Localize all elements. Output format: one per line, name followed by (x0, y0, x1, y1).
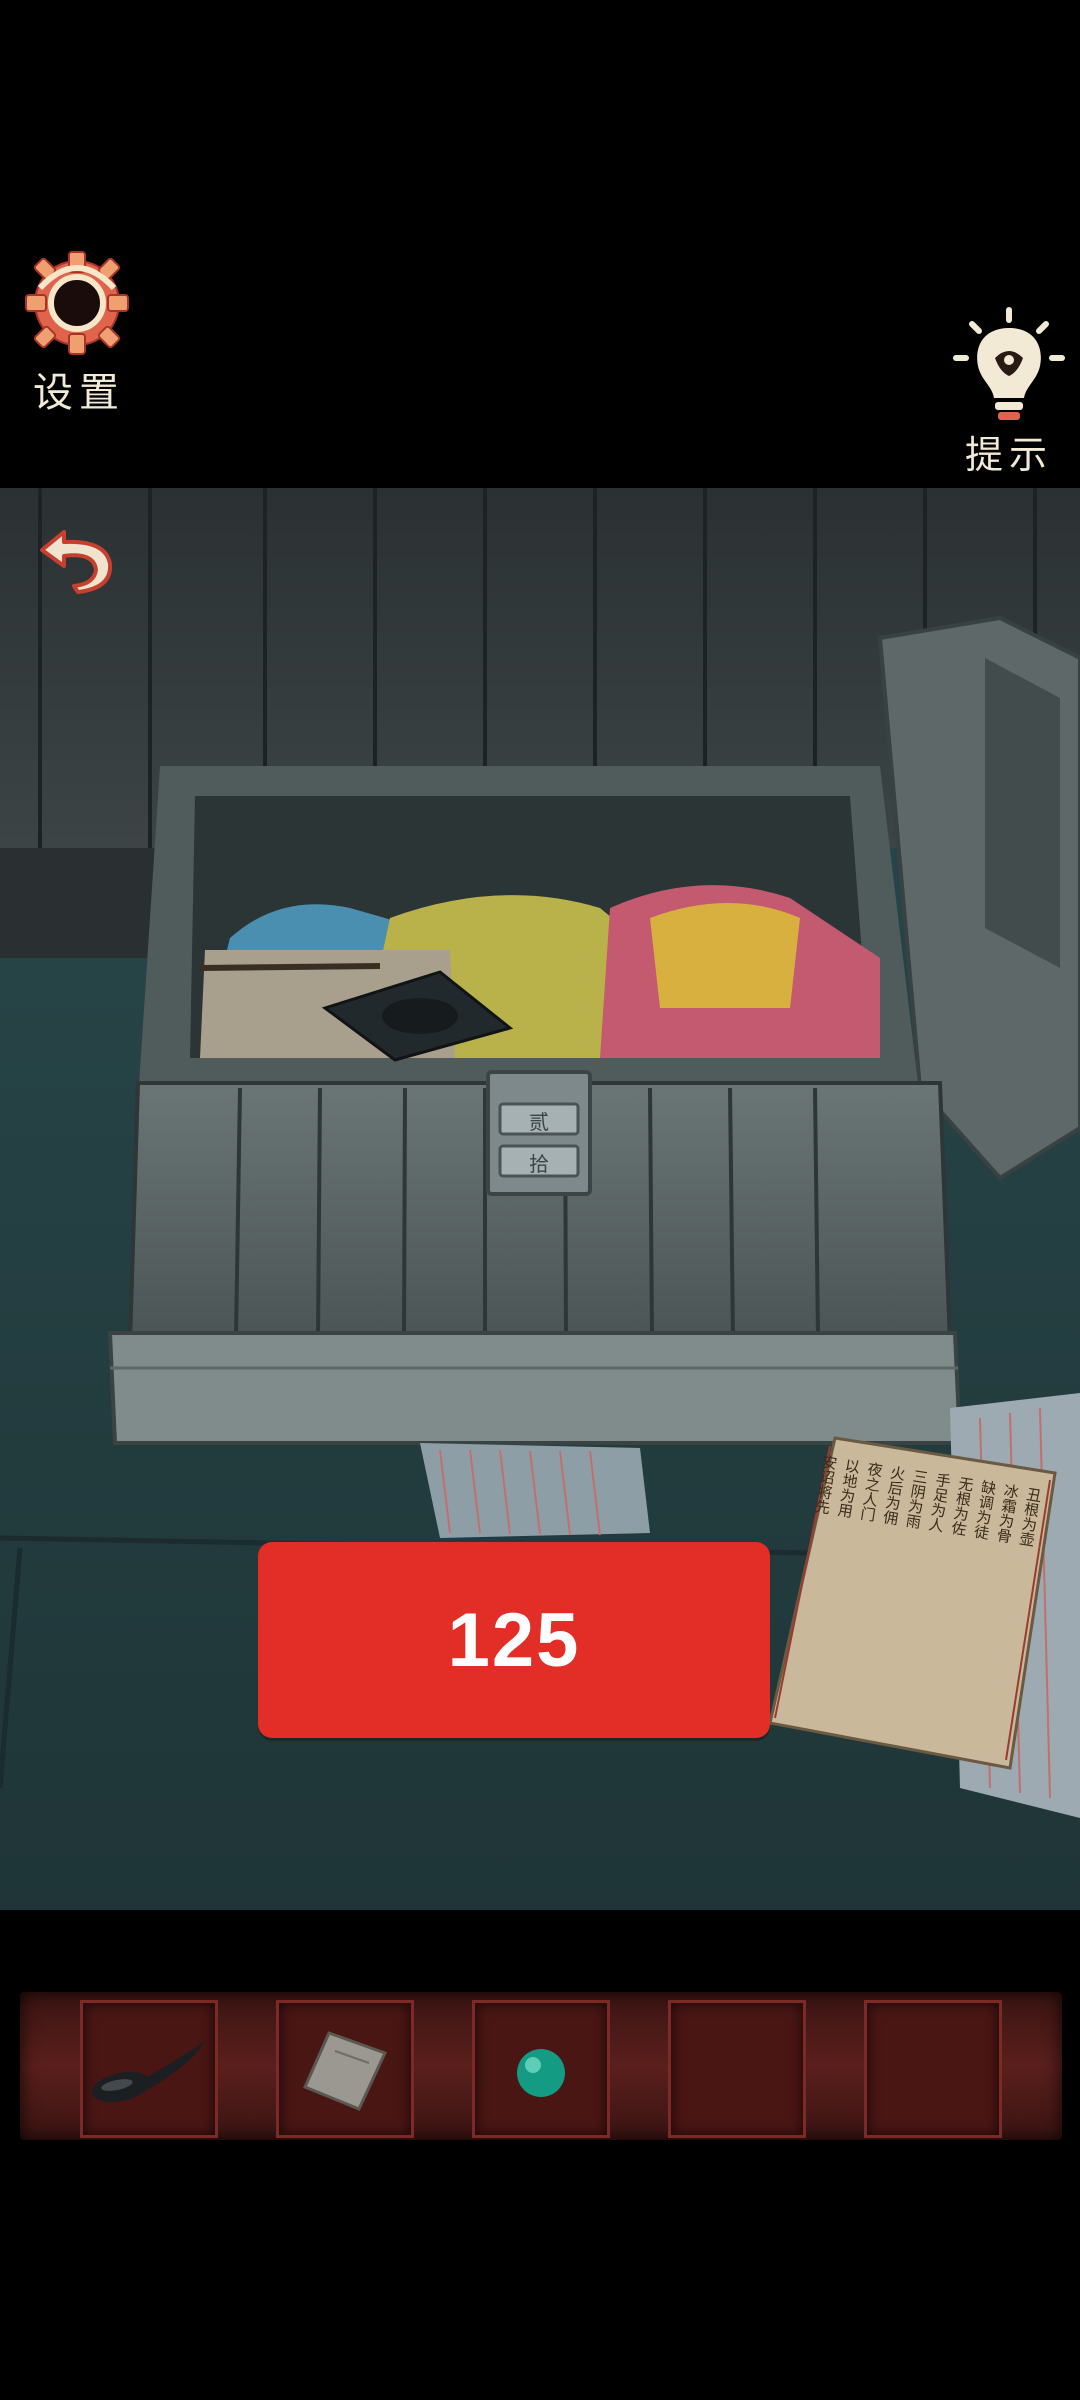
inventory-slot-3[interactable] (472, 2000, 610, 2138)
code-display-value: 125 (447, 1597, 581, 1683)
bottom-bar (0, 1910, 1080, 2400)
inventory-slot-2[interactable] (276, 2000, 414, 2138)
scroll-note[interactable]: 丑根为壶 冰霜为骨 缺调为徒 无根为佐 手足为人 三阴为雨 火后为佣 夜之人门 … (770, 1446, 1049, 1750)
spoon-icon (91, 2041, 205, 2103)
back-arrow-icon (40, 530, 113, 594)
scroll-col: 手足为人 (925, 1471, 953, 1534)
lock-dial-top[interactable]: 贰 (500, 1106, 578, 1135)
scroll-col: 三阴为雨 (903, 1467, 931, 1530)
chest-combination-lock[interactable]: 贰 拾 (486, 1070, 592, 1196)
code-display-box[interactable]: 125 (258, 1542, 770, 1738)
scroll-col: 冰霜为骨 (993, 1482, 1022, 1545)
settings-button[interactable]: 设置 (20, 248, 138, 418)
settings-label: 设置 (33, 370, 125, 416)
scroll-col: 丑根为壶 (1016, 1485, 1044, 1548)
scroll-col: 无根为佐 (948, 1474, 976, 1538)
scroll-col: 安诏将先 (812, 1453, 840, 1516)
paper-note-icon (303, 2031, 388, 2111)
hint-button[interactable]: 提示 (944, 306, 1074, 477)
back-button[interactable] (34, 510, 118, 594)
lock-dial-bottom[interactable]: 拾 (500, 1148, 578, 1177)
settings-gear-icon (25, 251, 129, 355)
jade-bead-icon (517, 2049, 565, 2097)
top-bar (0, 0, 1080, 488)
scroll-col: 以地为用 (834, 1456, 863, 1520)
lightbulb-hint-icon (953, 307, 1065, 420)
inventory-slot-4[interactable] (668, 2000, 806, 2138)
scroll-col: 夜之人门 (857, 1460, 885, 1523)
hint-label: 提示 (964, 433, 1053, 477)
scroll-col: 火后为佣 (880, 1464, 908, 1527)
inventory-slot-5[interactable] (864, 2000, 1002, 2138)
scroll-col: 缺调为徒 (971, 1478, 999, 1541)
inventory-slot-1[interactable] (80, 2000, 218, 2138)
